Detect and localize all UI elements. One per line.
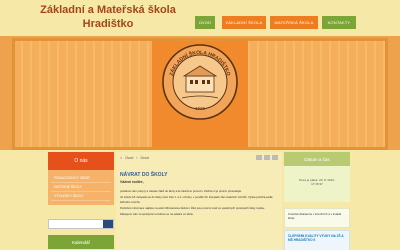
time-text: 17:15:37 xyxy=(311,182,323,186)
zoom-in-icon[interactable] xyxy=(264,155,270,160)
site-title-line-1: Základní a Mateřská škola xyxy=(40,4,176,16)
print-icon[interactable] xyxy=(256,155,262,160)
article-subtitle: Vážení rodiče, xyxy=(120,180,144,184)
article-paragraph: posíláme vám pokyny k návratu žáků do šk… xyxy=(120,190,242,193)
sidebar-left: O nás PEDAGOGICKÝ SBOR HISTORIE ŠKOLY VÝ… xyxy=(48,152,114,250)
sidebar-right: Datum a čas Dnes je pátek, 20. 8. 2021, … xyxy=(284,152,350,250)
date-heading: Datum a čas xyxy=(284,152,350,166)
nav-zakladni-skola[interactable]: ZÁKLADNÍ ŠKOLA xyxy=(222,16,266,29)
site-title-line-2: Hradištko xyxy=(82,18,134,30)
calendar-heading: Kalendář xyxy=(48,235,114,249)
sidebar-item-vysledky-skoly[interactable]: VÝSLEDKY ŠKOLY xyxy=(51,192,111,201)
breadcrumb-current: Úvod xyxy=(140,156,149,160)
home-icon[interactable]: ⌂ xyxy=(120,156,122,160)
sidebar-menu: PEDAGOGICKÝ SBOR HISTORIE ŠKOLY VÝSLEDKY… xyxy=(48,170,114,205)
site-title[interactable]: Základní a Mateřská škola Hradištko xyxy=(38,3,178,31)
chevron-right-icon: › xyxy=(136,156,138,160)
banner-photo-right xyxy=(248,38,388,150)
nav-uvod[interactable]: ÚVOD xyxy=(195,16,215,29)
seal-year: 1926 xyxy=(195,106,206,111)
promo-title: CLEPSEMI KVALITY VÝUKY NA ZŠ A MŠ HRADIŠ… xyxy=(288,234,344,242)
date-widget: Dnes je pátek, 20. 8. 2021, 17:15:37 xyxy=(284,166,350,202)
main-content: ⌂ Úvod › Úvod NÁVRAT DO ŠKOLY Vážení rod… xyxy=(116,152,282,250)
article-body: posíláme vám pokyny k návratu žáků do šk… xyxy=(120,190,278,219)
banner-photo-left xyxy=(12,38,152,150)
search-input[interactable] xyxy=(48,219,114,229)
search-button[interactable] xyxy=(103,220,113,228)
article-paragraph: Ve středu 18. listopadu se do školy vrac… xyxy=(120,196,273,204)
nav-materska-skola[interactable]: MATEŘSKÁ ŠKOLA xyxy=(270,16,318,29)
article-title[interactable]: NÁVRAT DO ŠKOLY xyxy=(120,172,168,178)
breadcrumb-home[interactable]: Úvod xyxy=(125,156,133,160)
article-paragraph: Děkujeme vám za spolupráci a těšíme se n… xyxy=(120,213,194,217)
sidebar-heading: O nás xyxy=(48,152,114,170)
breadcrumb: ⌂ Úvod › Úvod xyxy=(120,156,149,160)
article-paragraph: Podrobné informace najdete na webu Minis… xyxy=(120,206,266,210)
promo-banner[interactable]: CLEPSEMI KVALITY VÝUKY NA ZŠ A MŠ HRADIŠ… xyxy=(284,230,350,250)
nav-kontakty[interactable]: KONTAKTY xyxy=(322,16,356,29)
notice-box[interactable]: Kroužek Akademie v kroužcích a v kvalitě… xyxy=(284,208,350,228)
zoom-out-icon[interactable] xyxy=(272,155,278,160)
school-seal: ZÁKLADNÍ ŠKOLA HRADIŠTKO 1926 xyxy=(162,44,238,120)
sidebar-item-historie-skoly[interactable]: HISTORIE ŠKOLY xyxy=(51,183,111,192)
sidebar-item-pedagogicky-sbor[interactable]: PEDAGOGICKÝ SBOR xyxy=(51,174,111,183)
page-tools xyxy=(256,155,278,160)
